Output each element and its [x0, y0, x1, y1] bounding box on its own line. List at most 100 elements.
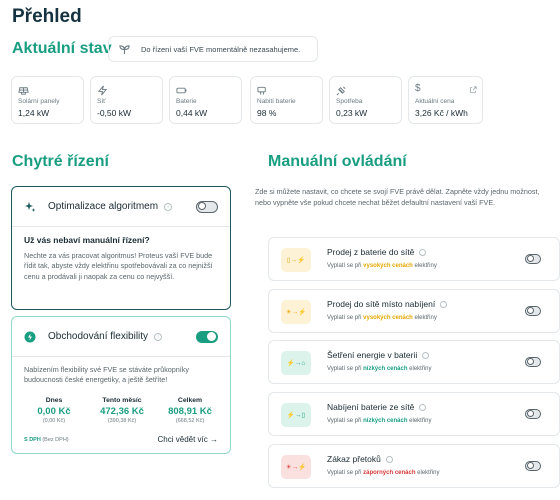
- manual-row-subtitle: Vyplatí se při vysokých cenách elektřiny: [327, 263, 437, 269]
- dollar-icon: $: [415, 83, 421, 94]
- stat-sub: (390,38 Kč): [107, 418, 137, 424]
- manual-row-title: Nabíjení baterie ze sítě: [327, 402, 427, 412]
- metric-label: Nabití baterie: [257, 98, 296, 105]
- optimization-toggle[interactable]: [196, 200, 218, 213]
- stat-today: Dnes 0,00 Kč (0,00 Kč): [24, 397, 84, 424]
- info-icon[interactable]: i: [164, 202, 173, 211]
- metric-price[interactable]: $ Aktuální cena 3,26 Kč / kWh: [408, 76, 483, 124]
- status-note: Do řízení vaší FVE momentálně nezasahuje…: [108, 36, 318, 62]
- sub-after: elektřiny: [407, 418, 432, 424]
- learn-more-link[interactable]: Chci vědět víc →: [158, 435, 218, 444]
- stat-sub: (0,00 Kč): [42, 418, 66, 424]
- vat-footnote: S DPH (Bez DPH): [24, 437, 69, 443]
- smart-title: Chytré řízení: [12, 153, 109, 170]
- info-icon[interactable]: [422, 351, 430, 359]
- sparkles-icon: [24, 201, 38, 213]
- metric-battery: Baterie 0,44 kW: [169, 76, 242, 124]
- stat-label: Celkem: [177, 397, 203, 404]
- metric-label: Síť: [97, 98, 106, 105]
- sub-strong: nízkých cenách: [363, 366, 408, 372]
- no-overflow-icon: ☀→⚡: [281, 455, 311, 479]
- sell-battery-toggle[interactable]: [525, 254, 541, 264]
- manual-row-subtitle: Vyplatí se při nízkých cenách elektřiny: [327, 418, 432, 424]
- sub-after: elektřiny: [412, 315, 437, 321]
- metric-value: 3,26 Kč / kWh: [415, 108, 468, 118]
- grid-to-battery-icon: ⚡→▯: [281, 403, 311, 427]
- manual-row-subtitle: Vyplatí se při záporných cenách elektřin…: [327, 470, 440, 476]
- battery-charge-icon: [257, 83, 316, 95]
- metric-solar: Solární panely 1,24 kW: [11, 76, 84, 124]
- manual-row-sell-instead-charge: ☀→⚡ Prodej do sítě místo nabíjení Vyplat…: [268, 289, 560, 333]
- sub-strong: nízkých cenách: [363, 418, 408, 424]
- flexibility-header: Obchodování flexibility i: [12, 317, 230, 357]
- flexibility-stats: Dnes 0,00 Kč (0,00 Kč) Tento měsíc 472,3…: [24, 397, 220, 424]
- solar-to-grid-icon: ☀→⚡: [281, 300, 311, 324]
- metric-grid: Síť -0,50 kW: [90, 76, 163, 124]
- info-icon[interactable]: [419, 403, 427, 411]
- row-title-text: Zákaz přetoků: [327, 454, 381, 464]
- grid-to-house-icon: ⚡→⌂: [281, 351, 311, 375]
- manual-row-subtitle: Vyplatí se při nízkých cenách elektřiny: [327, 366, 432, 372]
- manual-row-charge-from-grid: ⚡→▯ Nabíjení baterie ze sítě Vyplatí se …: [268, 392, 560, 436]
- info-icon[interactable]: i: [154, 332, 163, 341]
- sub-strong: vysokých cenách: [363, 263, 413, 269]
- battery-to-grid-icon: ▯→⚡: [281, 248, 311, 272]
- metric-label: Baterie: [176, 98, 197, 105]
- stat-value: 0,00 Kč: [37, 406, 71, 417]
- metric-consumption: Spotřeba 0,23 kW: [329, 76, 402, 124]
- sub-before: Vyplatí se při: [327, 315, 364, 321]
- manual-row-title: Prodej z baterie do sítě: [327, 247, 427, 257]
- flexibility-toggle[interactable]: [196, 330, 218, 343]
- manual-row-sell-battery: ▯→⚡ Prodej z baterie do sítě Vyplatí se …: [268, 237, 560, 281]
- manual-row-title: Zákaz přetoků: [327, 454, 393, 464]
- optimization-question: Už vás nebaví manuální řízení?: [24, 235, 150, 245]
- info-icon[interactable]: [385, 455, 393, 463]
- vat-footnote-rest: (Bez DPH): [40, 437, 69, 443]
- no-overflow-toggle[interactable]: [525, 461, 541, 471]
- sub-before: Vyplatí se při: [327, 263, 364, 269]
- stat-value: 808,91 Kč: [168, 406, 212, 417]
- manual-row-save-battery: ⚡→⌂ Šetření energie v baterii Vyplatí se…: [268, 340, 560, 384]
- metric-battery-charge: Nabití baterie 98 %: [250, 76, 323, 124]
- optimization-card: Optimalizace algoritmem i Už vás nebaví …: [11, 186, 231, 310]
- lightning-icon: [97, 83, 156, 96]
- plug-icon: [336, 83, 395, 96]
- manual-row-title: Prodej do sítě místo nabíjení: [327, 299, 448, 309]
- page-title: Přehled: [12, 6, 82, 27]
- sub-before: Vyplatí se při: [327, 418, 364, 424]
- info-icon[interactable]: [440, 300, 448, 308]
- metric-value: 0,23 kW: [336, 108, 368, 118]
- metric-value: 98 %: [257, 108, 277, 118]
- manual-intro: Zde si můžete nastavit, co chcete se svo…: [255, 187, 540, 207]
- metric-label: Aktuální cena: [415, 98, 455, 105]
- sub-before: Vyplatí se při: [327, 366, 364, 372]
- flexibility-description: Nabízením flexibility své FVE se stáváte…: [24, 365, 189, 385]
- metric-value: 1,24 kW: [18, 108, 50, 118]
- sub-strong: záporných cenách: [363, 470, 416, 476]
- manual-row-subtitle: Vyplatí se při vysokých cenách elektřiny: [327, 315, 437, 321]
- sub-after: elektřiny: [407, 366, 432, 372]
- stat-label: Tento měsíc: [102, 397, 142, 404]
- row-title-text: Nabíjení baterie ze sítě: [327, 402, 415, 412]
- stat-label: Dnes: [45, 397, 63, 404]
- charge-from-grid-toggle[interactable]: [525, 409, 541, 419]
- battery-icon: [176, 83, 235, 94]
- lightning-icon: [24, 331, 38, 343]
- row-title-text: Šetření energie v baterii: [327, 350, 418, 360]
- stat-value: 472,36 Kč: [100, 406, 144, 417]
- info-icon[interactable]: [419, 248, 427, 256]
- sub-strong: vysokých cenách: [363, 315, 413, 321]
- external-link-icon[interactable]: [469, 81, 477, 99]
- metric-label: Spotřeba: [336, 98, 363, 105]
- save-battery-toggle[interactable]: [525, 357, 541, 367]
- manual-row-no-overflow: ☀→⚡ Zákaz přetoků Vyplatí se při záporný…: [268, 444, 560, 488]
- sell-instead-charge-toggle[interactable]: [525, 306, 541, 316]
- optimization-title: Optimalizace algoritmem: [48, 201, 159, 212]
- stat-total: Celkem 808,91 Kč (668,52 Kč): [160, 397, 220, 424]
- solar-panel-icon: [18, 83, 77, 95]
- sub-after: elektřiny: [412, 263, 437, 269]
- stat-sub: (668,52 Kč): [175, 418, 205, 424]
- sprout-icon: [119, 44, 133, 55]
- stat-month: Tento měsíc 472,36 Kč (390,38 Kč): [92, 397, 152, 424]
- metric-value: -0,50 kW: [97, 108, 132, 118]
